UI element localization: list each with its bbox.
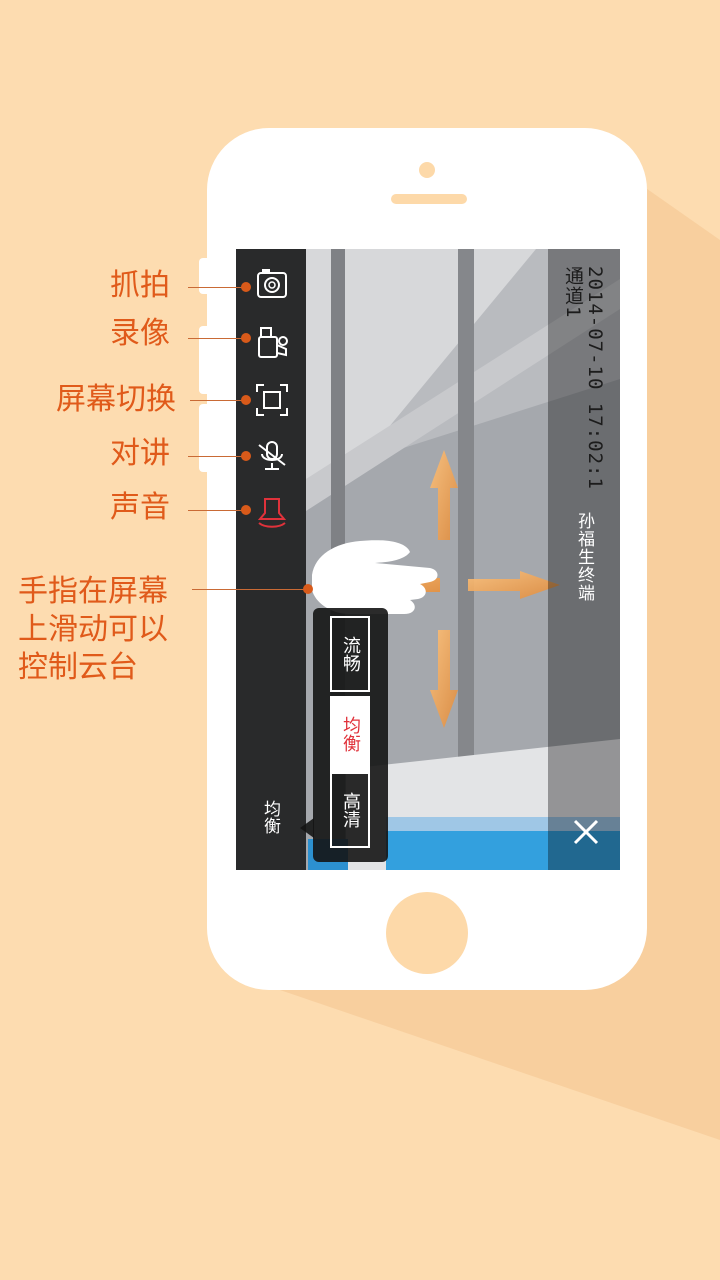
callout-screen-switch: 屏幕切换: [56, 382, 176, 417]
arrow-up-icon: [430, 450, 458, 540]
video-camera-icon: [258, 327, 288, 358]
quality-option-hd[interactable]: 高清: [330, 772, 370, 848]
leader-dot: [303, 584, 313, 594]
osd-device-name: 孙福生终端: [574, 512, 594, 602]
leader-line: [188, 287, 246, 288]
leader-dot: [241, 451, 251, 461]
record-button[interactable]: [252, 322, 292, 362]
callout-ptz-line3: 控制云台: [18, 650, 138, 685]
leader-line: [192, 589, 308, 590]
leader-line: [188, 456, 246, 457]
hand-icon: [312, 540, 438, 614]
osd-channel: 通道1: [562, 266, 584, 319]
intercom-button[interactable]: [252, 436, 292, 476]
leader-dot: [241, 282, 251, 292]
leader-dot: [241, 395, 251, 405]
speaker-icon: [257, 498, 287, 528]
quality-option-smooth[interactable]: 流畅: [330, 616, 370, 692]
quality-menu-pointer: [300, 818, 314, 838]
leader-line: [188, 338, 246, 339]
leader-line: [188, 510, 246, 511]
snapshot-button[interactable]: [252, 264, 292, 304]
microphone-muted-icon: [258, 441, 286, 470]
callout-ptz-line2: 上滑动可以: [18, 612, 168, 647]
fullscreen-icon: [256, 384, 288, 416]
quality-option-balanced[interactable]: 均衡: [330, 696, 370, 772]
close-icon: [573, 819, 599, 845]
callout-record: 录像: [110, 316, 170, 351]
close-button[interactable]: [566, 812, 606, 852]
callout-ptz-line1: 手指在屏幕: [18, 574, 168, 609]
callout-intercom: 对讲: [110, 436, 170, 471]
camera-icon: [257, 269, 287, 298]
arrow-down-icon: [430, 630, 458, 728]
sound-button[interactable]: [252, 492, 292, 532]
arrow-right-icon: [468, 571, 560, 599]
quality-current-label[interactable]: 均衡: [258, 800, 283, 834]
leader-dot: [241, 333, 251, 343]
leader-line: [190, 400, 246, 401]
screen-switch-button[interactable]: [252, 380, 292, 420]
callout-snapshot: 抓拍: [110, 268, 170, 303]
leader-dot: [241, 505, 251, 515]
osd-timestamp: 2014-07-10 17:02:1: [584, 266, 606, 490]
callout-sound: 声音: [110, 490, 170, 525]
